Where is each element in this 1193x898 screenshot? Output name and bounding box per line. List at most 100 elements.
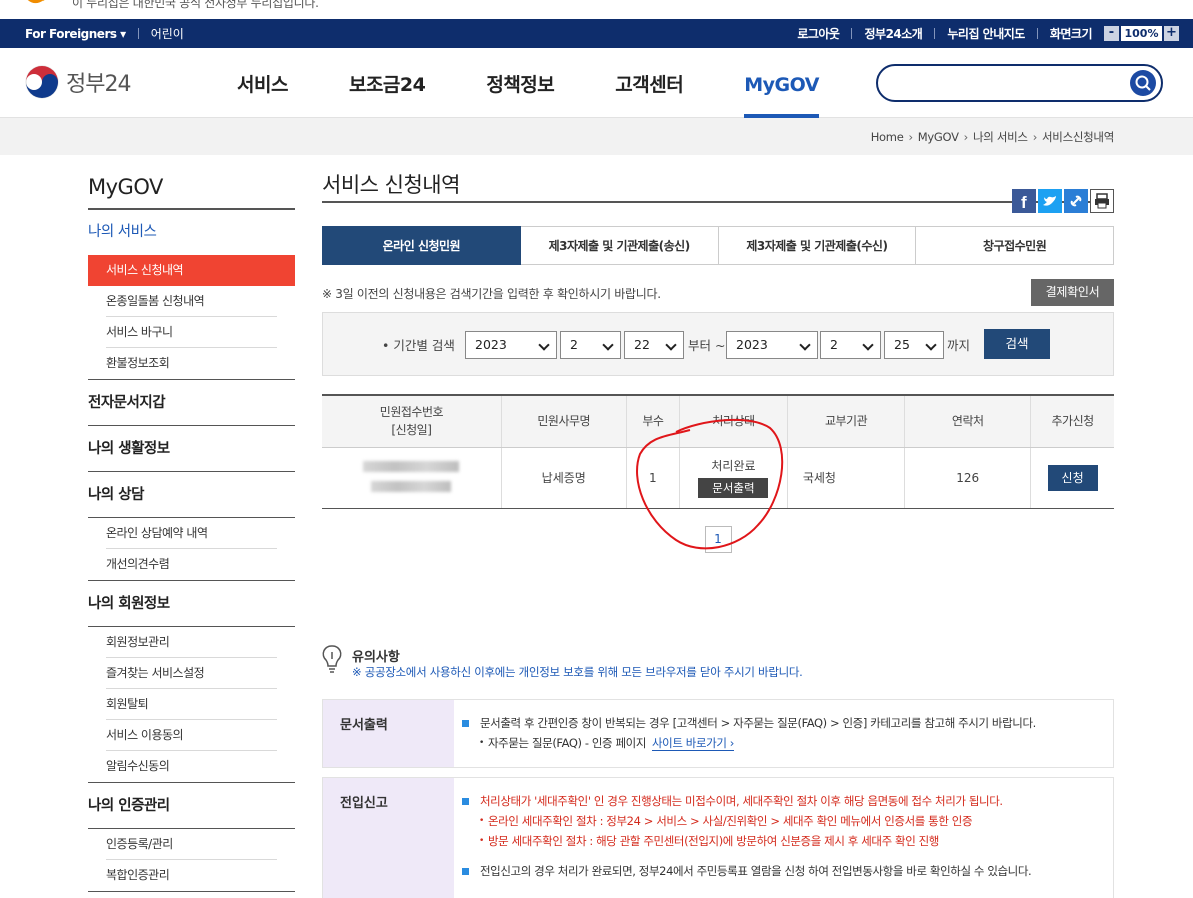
from-month-select[interactable]: 2 — [560, 331, 621, 359]
side-heading-member[interactable]: 나의 회원정보 — [88, 581, 295, 627]
sitemap-link[interactable]: 누리집 안내지도 — [947, 25, 1025, 42]
caution-desc: ※ 공공장소에서 사용하신 이후에는 개인정보 보호를 위해 모든 브라우저를 … — [352, 665, 803, 679]
svg-text:f: f — [1021, 193, 1027, 212]
side-group-auth: 나의 인증관리 인증등록/관리 복합인증관리 — [88, 783, 295, 892]
side-item-cert-manage[interactable]: 인증등록/관리 — [88, 829, 295, 860]
from-year-select[interactable]: 2023 — [465, 331, 557, 359]
breadcrumb-mygov[interactable]: MyGOV — [918, 130, 959, 144]
info-subline: 자주묻는 질문(FAQ) - 인증 페이지사이트 바로가기 › — [462, 733, 1113, 753]
pagination: 1 — [322, 526, 1114, 553]
from-day-select[interactable]: 22 — [624, 331, 684, 359]
page-title: 서비스 신청내역 — [322, 173, 460, 197]
tab-third-party-receive[interactable]: 제3자제출 및 기관제출(수신) — [718, 226, 917, 265]
gov-banner: 이 누리집은 대한민국 공식 전자정부 누리집입니다. — [0, 0, 1193, 19]
to-year-select[interactable]: 2023 — [726, 331, 818, 359]
side-heading-consult[interactable]: 나의 상담 — [88, 472, 295, 518]
side-item-service-basket[interactable]: 서비스 바구니 — [88, 317, 295, 348]
chevron-right-icon: › — [1032, 130, 1038, 144]
nav-mygov[interactable]: MyGOV — [744, 48, 819, 118]
breadcrumb-home[interactable]: Home — [871, 130, 904, 144]
tab-counter-apply[interactable]: 창구접수민원 — [916, 226, 1114, 265]
print-icon[interactable] — [1090, 176, 1114, 213]
side-item-favorites[interactable]: 즐겨찾는 서비스설정 — [88, 658, 295, 689]
info-label-move: 전입신고 — [323, 778, 454, 898]
main-content: 서비스 신청내역 f 온라인 신청민원 제3자제출 및 기관제출(송신) 제3자… — [322, 155, 1114, 553]
receipt-number-cell — [322, 447, 502, 508]
info-line: 전입신고의 경우 처리가 완료되면, 정부24에서 주민등록표 열람을 신청 하… — [462, 861, 1113, 881]
search-period-button[interactable]: 검색 — [984, 329, 1050, 359]
col-contact: 연락처 — [904, 396, 1032, 448]
info-box-print: 문서출력 문서출력 후 간편인증 창이 반복되는 경우 [고객센터 > 자주묻는… — [322, 699, 1114, 768]
utility-bar: For Foreigners ▾ 어린이 로그아웃 정부24소개 누리집 안내지… — [0, 19, 1193, 48]
logout-link[interactable]: 로그아웃 — [797, 25, 840, 42]
link-copy-icon[interactable] — [1064, 176, 1088, 213]
facebook-icon[interactable]: f — [1012, 176, 1036, 213]
side-item-service-history[interactable]: 서비스 신청내역 — [88, 255, 295, 286]
zoom-in-button[interactable]: + — [1164, 26, 1179, 41]
site-header: 정부24 서비스 보조금24 정책정보 고객센터 MyGOV — [0, 48, 1193, 118]
redacted-apply-date — [371, 480, 452, 492]
intro-link[interactable]: 정부24소개 — [864, 25, 922, 42]
side-item-complex-auth[interactable]: 복합인증관리 — [88, 860, 295, 891]
zoom-value: 100% — [1121, 26, 1162, 41]
copies-cell: 1 — [626, 447, 681, 508]
bullet-icon — [462, 798, 469, 805]
brand-logo[interactable]: 정부24 — [25, 65, 131, 99]
contact-cell: 126 — [904, 447, 1032, 508]
side-item-consent[interactable]: 서비스 이용동의 — [88, 720, 295, 751]
page-title-bar: 서비스 신청내역 f — [322, 155, 1114, 213]
side-group-consult: 나의 상담 온라인 상담예약 내역 개선의견수렴 — [88, 472, 295, 581]
col-copies: 부수 — [626, 396, 681, 448]
to-day-select[interactable]: 25 — [884, 331, 944, 359]
table-header-row: 민원접수번호 [신청일] 민원사무명 부수 처리상태 교부기관 연락처 추가신청 — [322, 396, 1114, 448]
col-receipt-number: 민원접수번호 [신청일] — [322, 396, 502, 448]
side-heading-my-service[interactable]: 나의 서비스 — [88, 210, 295, 255]
faq-site-link[interactable]: 사이트 바로가기 › — [652, 736, 734, 751]
tab-online-apply[interactable]: 온라인 신청민원 — [322, 226, 521, 265]
side-item-consult-reservation[interactable]: 온라인 상담예약 내역 — [88, 518, 295, 549]
to-month-select[interactable]: 2 — [820, 331, 881, 359]
apply-button[interactable]: 신청 — [1047, 464, 1098, 491]
page-button[interactable]: 1 — [704, 526, 732, 553]
col-service-name: 민원사무명 — [501, 396, 627, 448]
info-subline: 방문 세대주확인 절차 : 해당 관할 주민센터(전입지)에 방문하여 신분증을… — [462, 831, 1113, 851]
tab-third-party-send[interactable]: 제3자제출 및 기관제출(송신) — [520, 226, 719, 265]
table-row: 납세증명 1 처리완료 문서출력 국세청 126 신청 — [322, 447, 1114, 508]
document-print-button[interactable]: 문서출력 — [698, 478, 769, 499]
nav-subsidy24[interactable]: 보조금24 — [349, 48, 426, 118]
side-item-withdraw[interactable]: 회원탈퇴 — [88, 689, 295, 720]
twitter-icon[interactable] — [1038, 176, 1062, 213]
search-button[interactable] — [1130, 70, 1156, 96]
search-icon — [1135, 75, 1151, 91]
search-box — [876, 64, 1163, 102]
info-subline: 온라인 세대주확인 절차 : 정부24 > 서비스 > 사실/진위확인 > 세대… — [462, 811, 1113, 831]
kids-link[interactable]: 어린이 — [151, 25, 184, 42]
side-item-refund[interactable]: 환불정보조회 — [88, 348, 295, 379]
breadcrumb-my-service[interactable]: 나의 서비스 — [973, 129, 1028, 145]
side-group-my-service: 나의 서비스 서비스 신청내역 온종일돌봄 신청내역 서비스 바구니 환불정보조… — [88, 210, 295, 380]
period-notice: ※ 3일 이전의 신청내용은 검색기간을 입력한 후 확인하시기 바랍니다. 결… — [322, 279, 1114, 309]
nav-customer-center[interactable]: 고객센터 — [615, 48, 683, 118]
nav-policy[interactable]: 정책정보 — [486, 48, 554, 118]
side-item-feedback[interactable]: 개선의견수렴 — [88, 549, 295, 580]
info-label-print: 문서출력 — [323, 700, 454, 767]
side-item-member-manage[interactable]: 회원정보관리 — [88, 627, 295, 658]
side-heading-life-info[interactable]: 나의 생활정보 — [88, 426, 295, 472]
zoom-out-button[interactable]: - — [1104, 26, 1119, 41]
side-heading-e-wallet[interactable]: 전자문서지갑 — [88, 380, 295, 426]
col-agency: 교부기관 — [787, 396, 906, 448]
divider — [934, 28, 936, 39]
payment-confirm-button[interactable]: 결제확인서 — [1031, 279, 1114, 306]
side-item-notification[interactable]: 알림수신동의 — [88, 751, 295, 782]
search-input[interactable] — [894, 74, 1114, 94]
for-foreigners-link[interactable]: For Foreigners ▾ — [25, 27, 126, 41]
caution-title: 유의사항 — [352, 650, 400, 665]
side-nav: MyGOV 나의 서비스 서비스 신청내역 온종일돌봄 신청내역 서비스 바구니… — [88, 155, 295, 892]
share-tools: f — [1010, 176, 1114, 213]
bullet-icon — [462, 868, 469, 875]
side-heading-auth[interactable]: 나의 인증관리 — [88, 783, 295, 829]
nav-services[interactable]: 서비스 — [237, 48, 288, 118]
divider — [137, 28, 139, 39]
side-item-care-history[interactable]: 온종일돌봄 신청내역 — [88, 286, 295, 317]
col-extra-apply: 추가신청 — [1030, 396, 1114, 448]
